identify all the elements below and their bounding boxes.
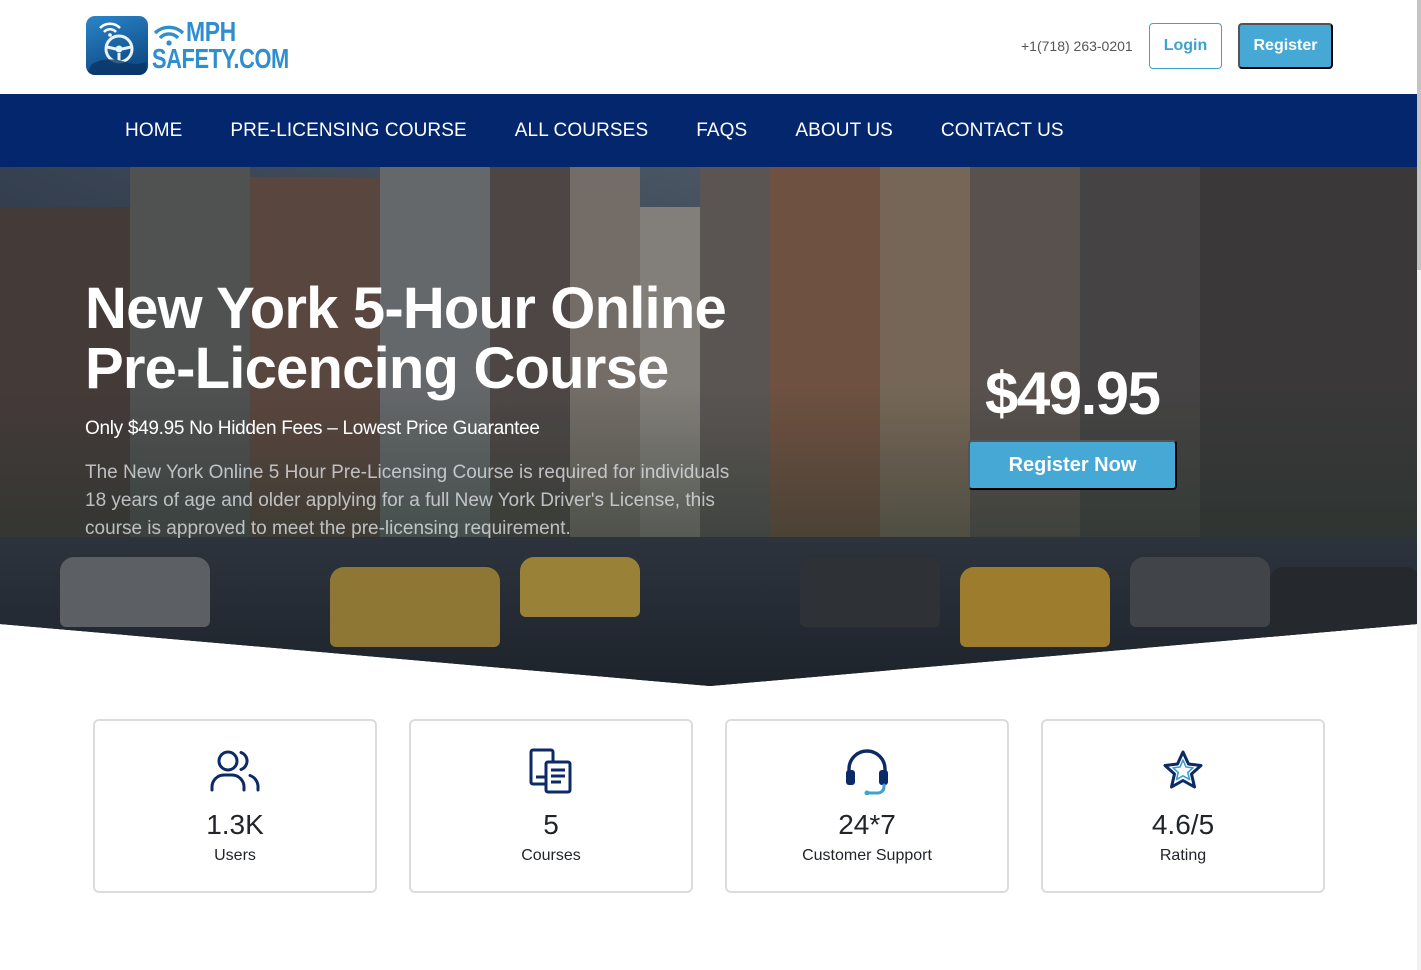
stat-value: 4.6/5 [1151,809,1215,840]
nav-item-about-us[interactable]: ABOUT US [771,120,917,142]
login-button[interactable]: Login [1149,23,1222,69]
stat-value: 24*7 [838,809,896,840]
site-logo[interactable]: MPH SAFETY.COM [86,16,327,75]
stat-value: 5 [543,809,559,840]
users-icon [210,747,260,795]
nav-item-contact-us[interactable]: CONTACT US [917,120,1088,142]
main-nav: HOME PRE-LICENSING COURSE ALL COURSES FA… [0,94,1417,167]
stat-card-support: 24*7 Customer Support [725,719,1009,893]
stat-value: 1.3K [206,809,264,840]
page-scrollbar[interactable] [1417,0,1421,970]
course-price: $49.95 [985,360,1161,427]
register-now-button[interactable]: Register Now [968,440,1177,490]
hero-section: New York 5-Hour Online Pre-Licencing Cou… [0,167,1417,686]
headset-icon [843,747,891,795]
site-header: MPH SAFETY.COM +1(718) 263-0201 Login Re… [0,0,1417,94]
scrollbar-thumb[interactable] [1417,0,1421,270]
stat-label: Rating [1159,847,1207,864]
stat-label: Courses [521,847,581,864]
nav-item-home[interactable]: HOME [101,120,206,142]
hero-description: The New York Online 5 Hour Pre-Licensing… [85,462,730,539]
stat-label: Customer Support [802,847,932,864]
hero-title: New York 5-Hour Online Pre-Licencing Cou… [85,276,727,402]
hero-subtitle: Only $49.95 No Hidden Fees – Lowest Pric… [85,418,540,439]
steering-wheel-wifi-icon [86,16,148,75]
stat-label: Users [214,847,256,864]
nav-item-pre-licensing-course[interactable]: PRE-LICENSING COURSE [206,120,490,142]
register-button[interactable]: Register [1238,23,1333,69]
phone-number[interactable]: +1(718) 263-0201 [1021,38,1133,54]
stat-card-users: 1.3K Users [93,719,377,893]
nav-item-all-courses[interactable]: ALL COURSES [491,120,672,142]
stat-card-rating: 4.6/5 Rating [1041,719,1325,893]
logo-text-bottom: SAFETY.COM [152,43,289,74]
courses-icon [528,747,574,795]
stat-card-courses: 5 Courses [409,719,693,893]
nav-item-faqs[interactable]: FAQS [672,120,771,142]
star-icon [1161,747,1205,795]
stats-section: 1.3K Users 5 Courses 24*7 Customer Suppo… [93,719,1325,893]
logo-text-top: MPH [186,16,236,47]
